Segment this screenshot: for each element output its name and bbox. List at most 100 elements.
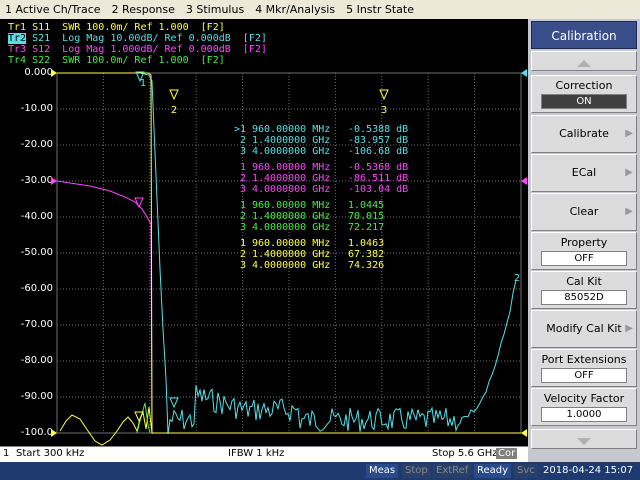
- menu-stimulus[interactable]: 3 Stimulus: [181, 3, 250, 16]
- clear-label: Clear: [569, 205, 599, 218]
- marker-value: 72.217: [348, 222, 385, 233]
- meas-indicator: Meas: [366, 464, 399, 478]
- marker-number: 3: [239, 184, 246, 195]
- correction-indicator: Cor: [496, 448, 518, 459]
- marker-row: 2 1.4000000 GHz 67.382: [228, 249, 428, 260]
- marker-row: 1 960.00000 MHz 1.0445: [228, 200, 428, 211]
- marker-flag-icon: [169, 397, 179, 409]
- stop-frequency[interactable]: Stop 5.6 GHz: [432, 448, 498, 459]
- marker-row: 2 1.4000000 GHz 70.015: [228, 211, 428, 222]
- menu-active-ch-trace[interactable]: 1 Active Ch/Trace: [0, 3, 107, 16]
- trace-s12: [56, 180, 153, 435]
- ref-arrow-right-icon: [521, 177, 527, 185]
- marker-frequency: 4.0000000 GHz: [252, 222, 331, 233]
- menu-response[interactable]: 2 Response: [107, 3, 181, 16]
- ifbw-value[interactable]: IFBW 1 kHz: [228, 448, 284, 459]
- correction-value: ON: [541, 94, 627, 109]
- ecal-button[interactable]: ECal ▶: [531, 154, 637, 192]
- ref-arrow-left-icon: [51, 429, 57, 437]
- marker-frequency: 4.0000000 GHz: [252, 184, 331, 195]
- ref-arrow-left-icon: [51, 177, 57, 185]
- calibrate-label: Calibrate: [559, 127, 609, 140]
- stop-indicator: Stop: [402, 464, 431, 478]
- modify-cal-kit-label: Modify Cal Kit: [546, 322, 622, 335]
- marker-row: 1 960.00000 MHz -0.5368 dB: [228, 162, 428, 173]
- velocity-factor-label: Velocity Factor: [543, 392, 625, 405]
- property-button[interactable]: Property OFF: [531, 232, 637, 270]
- marker-number: 2: [239, 211, 246, 222]
- marker-value: -0.5388 dB: [348, 124, 409, 135]
- marker-value: 67.382: [348, 249, 385, 260]
- measurement-display[interactable]: Tr1 S11 SWR 100.0m/ Ref 1.000 [F2] Tr2 S2…: [0, 19, 528, 446]
- marker-number: 3: [239, 146, 246, 157]
- scroll-down-button[interactable]: [531, 429, 637, 449]
- marker-number: >1: [233, 124, 246, 135]
- marker-row: >1 960.00000 MHz -0.5388 dB: [228, 124, 428, 135]
- velocity-factor-button[interactable]: Velocity Factor 1.0000: [531, 388, 637, 426]
- chevron-right-icon: ▶: [625, 206, 633, 217]
- marker-row: 3 4.0000000 GHz 74.326: [228, 260, 428, 271]
- marker-number: 1: [239, 200, 246, 211]
- chevron-right-icon: ▶: [625, 128, 633, 139]
- marker-row: 1 960.00000 MHz 1.0463: [228, 238, 428, 249]
- marker-frequency: 1.4000000 GHz: [252, 135, 331, 146]
- marker-flag-label: 1: [140, 78, 146, 89]
- property-label: Property: [560, 236, 608, 249]
- marker-number: 2: [239, 249, 246, 260]
- marker-frequency: 1.4000000 GHz: [252, 173, 331, 184]
- port-extensions-button[interactable]: Port Extensions OFF: [531, 349, 637, 387]
- marker-row: 3 4.0000000 GHz 72.217: [228, 222, 428, 233]
- marker-number: 2: [239, 135, 246, 146]
- chevron-up-icon: [577, 60, 591, 67]
- marker-number: 3: [239, 260, 246, 271]
- clear-button[interactable]: Clear ▶: [531, 193, 637, 231]
- port-extensions-label: Port Extensions: [541, 353, 627, 366]
- marker-value: 1.0445: [348, 200, 385, 211]
- marker-number: 2: [239, 173, 246, 184]
- marker-row: 2 1.4000000 GHz -83.957 dB: [228, 135, 428, 146]
- extref-indicator: ExtRef: [433, 464, 472, 478]
- marker-flag-icon: [169, 89, 179, 101]
- marker-frequency: 4.0000000 GHz: [252, 146, 331, 157]
- channel-number: 1: [3, 448, 10, 459]
- marker-flag-icon: [379, 89, 389, 101]
- scroll-up-button[interactable]: [531, 51, 637, 71]
- ref-arrow-left-icon: [51, 69, 57, 77]
- marker-row: 3 4.0000000 GHz -106.68 dB: [228, 146, 428, 157]
- correction-button[interactable]: Correction ON: [531, 75, 637, 113]
- menu-instr-state[interactable]: 5 Instr State: [341, 3, 420, 16]
- marker-value: 70.015: [348, 211, 385, 222]
- svc-indicator: Svc: [514, 464, 538, 478]
- marker-frequency: 1.4000000 GHz: [252, 211, 331, 222]
- ecal-label: ECal: [571, 166, 597, 179]
- chevron-right-icon: ▶: [625, 323, 633, 334]
- calibrate-button[interactable]: Calibrate ▶: [531, 115, 637, 153]
- modify-cal-kit-button[interactable]: Modify Cal Kit ▶: [531, 310, 637, 348]
- channel-status-bar: 1 Start 300 kHz IFBW 1 kHz Stop 5.6 GHz …: [0, 446, 528, 462]
- instrument-status-bar: Meas Stop ExtRef Ready Svc 2018-04-24 15…: [0, 462, 640, 480]
- cal-kit-button[interactable]: Cal Kit 85052D: [531, 271, 637, 309]
- menu-mkr-analysis[interactable]: 4 Mkr/Analysis: [250, 3, 341, 16]
- chevron-right-icon: ▶: [625, 167, 633, 178]
- marker-frequency: 960.00000 MHz: [252, 162, 331, 173]
- ref-arrow-right-icon: [521, 429, 527, 437]
- date-time: 2018-04-24 15:07: [543, 465, 634, 476]
- marker-value: 1.0463: [348, 238, 385, 249]
- marker-value: -0.5368 dB: [348, 162, 409, 173]
- marker-flag-label: 2: [514, 273, 520, 284]
- ready-indicator: Ready: [474, 464, 512, 478]
- cal-kit-label: Cal Kit: [566, 275, 602, 288]
- trace-s22: [136, 402, 151, 434]
- marker-value: -103.04 dB: [348, 184, 409, 195]
- marker-value: -86.511 dB: [348, 173, 409, 184]
- property-value: OFF: [541, 251, 627, 266]
- marker-frequency: 960.00000 MHz: [252, 124, 331, 135]
- marker-value: -106.68 dB: [348, 146, 409, 157]
- marker-value: -83.957 dB: [348, 135, 409, 146]
- marker-number: 1: [239, 238, 246, 249]
- marker-flag-label: 2: [171, 105, 177, 116]
- start-frequency[interactable]: Start 300 kHz: [16, 448, 84, 459]
- chevron-down-icon: [577, 438, 591, 445]
- marker-row: 2 1.4000000 GHz -86.511 dB: [228, 173, 428, 184]
- port-extensions-value: OFF: [541, 368, 627, 383]
